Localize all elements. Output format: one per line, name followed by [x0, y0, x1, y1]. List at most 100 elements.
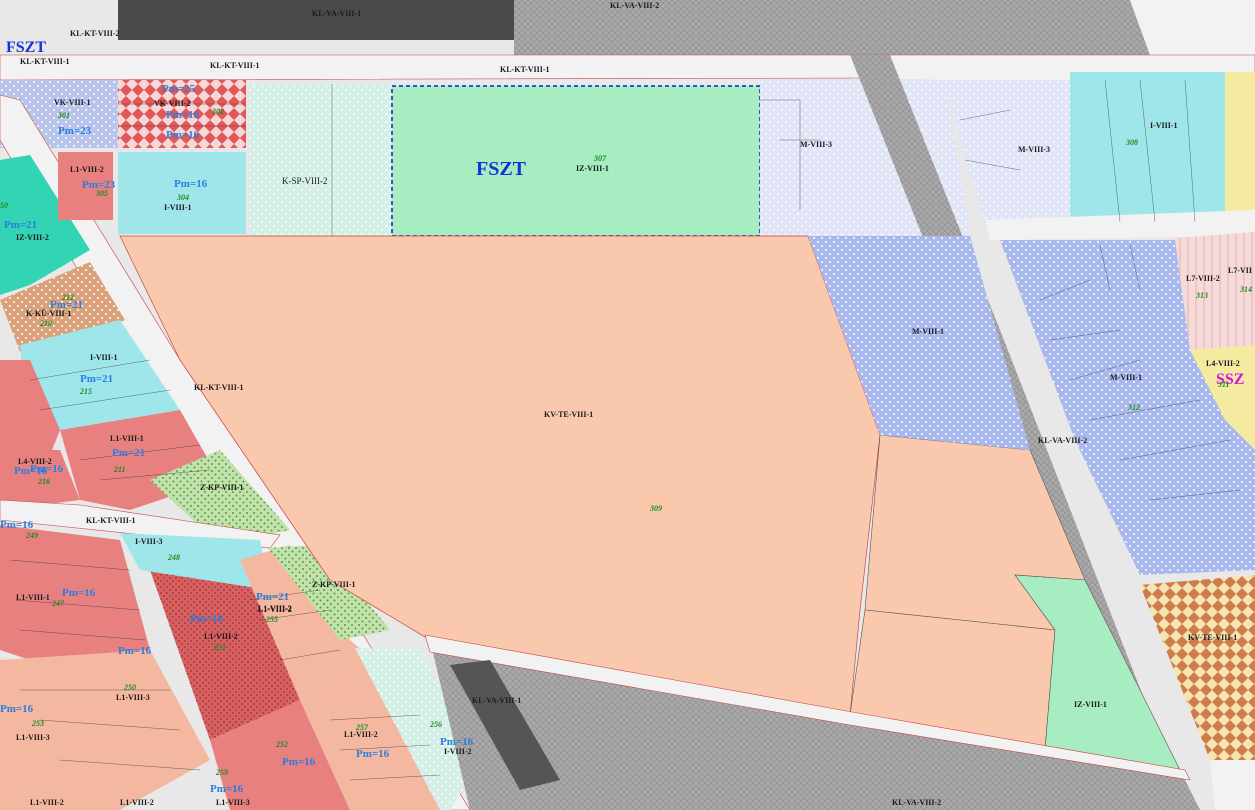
- block-number: 210: [39, 319, 52, 328]
- zone-label: L7-VIII-2: [1186, 274, 1220, 283]
- block-number: 215: [79, 387, 92, 396]
- block-number: 249: [25, 531, 38, 540]
- block-number: 252: [275, 740, 288, 749]
- pm-label: Pm=16: [166, 129, 200, 141]
- parcel-top-right-white[interactable]: [1130, 0, 1255, 55]
- road-kl-kt-viii-1-top[interactable]: [0, 54, 1255, 83]
- zone-label: L1-VIII-1: [110, 434, 144, 443]
- zone-label: L4-VIII-2: [1206, 359, 1240, 368]
- pm-label: Pm=25: [162, 83, 196, 95]
- zone-label: KL-KT-VIII-2: [70, 29, 120, 38]
- zone-label: L1-VIII-3: [216, 798, 250, 807]
- block-number: 212: [61, 293, 74, 302]
- zone-label: M-VIII-3: [1018, 145, 1050, 154]
- zone-label: M-VIII-1: [1110, 373, 1142, 382]
- zone-label: IZ-VIII-1: [1074, 700, 1107, 709]
- zone-label: KV-TE-VIII-1: [1188, 633, 1237, 642]
- block-number: 248: [167, 553, 180, 562]
- parcel-yellow-right[interactable]: [1225, 72, 1255, 212]
- zone-label: L1-VIII-2: [70, 165, 104, 174]
- zone-label: I-VIII-1: [164, 203, 192, 212]
- zone-label: L1-VIII-2: [120, 798, 154, 807]
- zone-label: KL-KT-VIII-1: [86, 516, 136, 525]
- block-number: 302: [211, 107, 224, 116]
- zoning-map-canvas[interactable]: FSZT FSZT SSZ KL-VA-VIII-1 KL-VA-VIII-2 …: [0, 0, 1255, 810]
- zone-label: KL-KT-VIII-1: [210, 61, 260, 70]
- pm-label: Pm=16: [30, 463, 64, 475]
- block-number: 247: [51, 599, 65, 608]
- block-number: 307: [593, 154, 607, 163]
- zone-label: KL-KT-VIII-1: [20, 57, 70, 66]
- pm-label: Pm=21: [256, 591, 289, 603]
- zone-label: L7-VII: [1228, 266, 1252, 275]
- block-number: 308: [1125, 138, 1138, 147]
- pm-label: Pm=16: [62, 587, 96, 599]
- block-number: 50: [0, 201, 8, 210]
- pm-label: Pm=21: [112, 447, 145, 459]
- block-number: 257: [355, 723, 369, 732]
- parcel-k-sp-viii-2-dots: [250, 84, 392, 236]
- zone-label: KL-VA-VIII-2: [610, 1, 659, 10]
- zone-label: IZ-VIII-1: [576, 164, 609, 173]
- zone-label: I-VIII-1: [1150, 121, 1178, 130]
- zoning-map[interactable]: FSZT FSZT SSZ KL-VA-VIII-1 KL-VA-VIII-2 …: [0, 0, 1255, 810]
- zone-label: KL-VA-VIII-2: [892, 798, 941, 807]
- pm-label: Pm=16: [190, 613, 224, 625]
- block-number: 301: [57, 111, 70, 120]
- zone-label: I-VIII-3: [135, 537, 163, 546]
- zone-label: Z-KP-VIII-1: [312, 580, 356, 589]
- zone-label: KV-TE-VIII-1: [544, 410, 593, 419]
- parcel-right-bottom-white[interactable]: [1210, 760, 1255, 810]
- pm-label: Pm=16: [118, 645, 152, 657]
- pm-label: Pm=16: [0, 703, 34, 715]
- block-number: 256: [429, 720, 442, 729]
- block-number: 251: [213, 643, 226, 652]
- zone-label: VK-VIII-1: [54, 98, 90, 107]
- parcel-i-viii-1-right[interactable]: [1070, 72, 1225, 224]
- block-number: 314: [1239, 285, 1252, 294]
- fszt-label-main: FSZT: [476, 158, 527, 180]
- block-number: 313: [1195, 291, 1208, 300]
- block-number: 253: [31, 719, 44, 728]
- pm-label: Pm=18: [166, 109, 200, 121]
- zone-label: VK-VIII-2: [154, 99, 190, 108]
- zone-label: L1-VIII-2: [30, 798, 64, 807]
- zone-label: M-VIII-1: [912, 327, 944, 336]
- pm-label: Pm=16: [210, 783, 244, 795]
- pm-label: Pm=21: [80, 373, 113, 385]
- zone-label: KL-VA-VIII-1: [312, 9, 361, 18]
- block-number: 304: [176, 193, 189, 202]
- pm-label: Pm=16: [440, 736, 474, 748]
- zone-label: L1-VIII-3: [116, 693, 150, 702]
- zone-label: M-VIII-3: [800, 140, 832, 149]
- block-number: 216: [37, 477, 50, 486]
- block-number: 312: [1127, 403, 1140, 412]
- zone-label: L1-VIII-2: [258, 604, 292, 613]
- zone-label: IZ-VIII-2: [16, 233, 49, 242]
- zone-label: I-VIII-2: [444, 747, 472, 756]
- zone-label: L1-VIII-2: [204, 632, 238, 641]
- parcel-kl-va-viii-1-top[interactable]: [118, 0, 514, 40]
- pm-label: Pm=16: [282, 756, 316, 768]
- pm-label: Pm=16: [356, 748, 390, 760]
- pm-label: Pm=23: [58, 125, 92, 137]
- pm-label: Pm=21: [4, 219, 37, 231]
- zone-label: Z-KP-VIII-1: [200, 483, 244, 492]
- pm-label: Pm=16: [0, 519, 34, 531]
- zone-label: L1-VIII-3: [16, 733, 50, 742]
- block-number: 255: [265, 615, 278, 624]
- zone-label: K-SP-VIII-2: [282, 176, 328, 186]
- fszt-label-corner: FSZT: [6, 39, 46, 56]
- block-number: 305: [95, 189, 108, 198]
- zone-label: KL-KT-VIII-1: [194, 383, 244, 392]
- zone-label: I-VIII-1: [90, 353, 118, 362]
- zone-label: KL-KT-VIII-1: [500, 65, 550, 74]
- zone-label: KL-VA-VIII-1: [472, 696, 521, 705]
- parcel-iz-viii-1-main[interactable]: [391, 85, 761, 237]
- zone-label: L1-VIII-1: [16, 593, 50, 602]
- pm-label: Pm=16: [174, 178, 208, 190]
- block-number: 250: [123, 683, 136, 692]
- zone-label: KL-VA-VIII-2: [1038, 436, 1087, 445]
- block-number: 311: [1217, 380, 1230, 389]
- block-number: 211: [113, 465, 126, 474]
